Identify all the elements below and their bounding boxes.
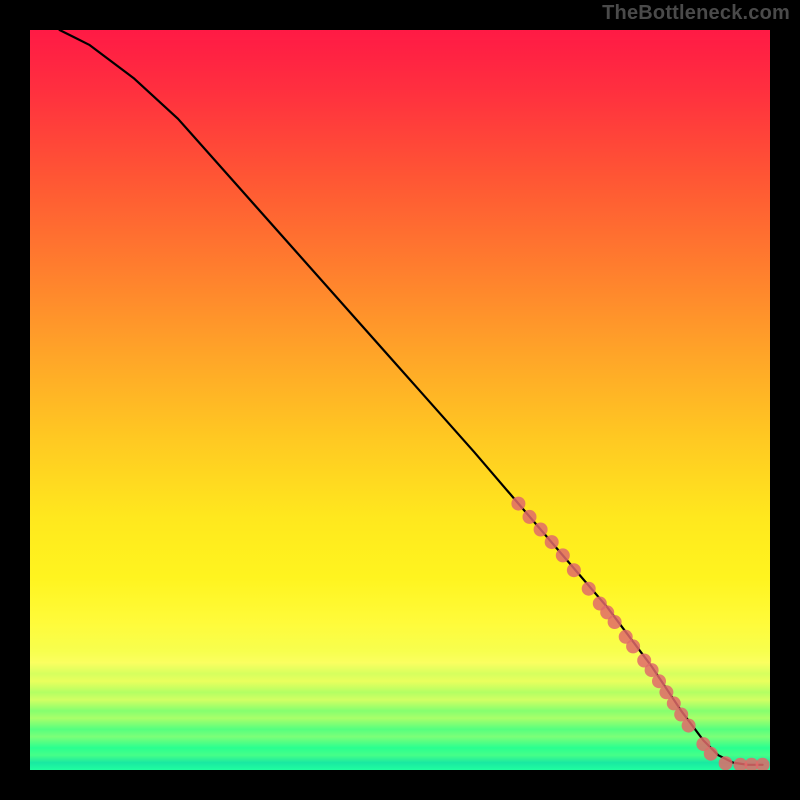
data-point: [511, 497, 525, 511]
watermark-text: TheBottleneck.com: [602, 2, 790, 25]
data-point: [545, 535, 559, 549]
data-point: [567, 563, 581, 577]
curve-line: [60, 30, 763, 765]
data-point: [704, 747, 718, 761]
data-point: [556, 548, 570, 562]
data-point: [582, 582, 596, 596]
chart-frame: TheBottleneck.com: [0, 0, 800, 800]
data-point: [534, 523, 548, 537]
data-point: [626, 639, 640, 653]
chart-svg: [30, 30, 770, 770]
curve-markers: [511, 497, 769, 770]
plot-area: [30, 30, 770, 770]
data-point: [608, 615, 622, 629]
data-point: [523, 510, 537, 524]
data-point: [719, 756, 733, 770]
data-point: [682, 719, 696, 733]
data-point: [756, 758, 770, 770]
